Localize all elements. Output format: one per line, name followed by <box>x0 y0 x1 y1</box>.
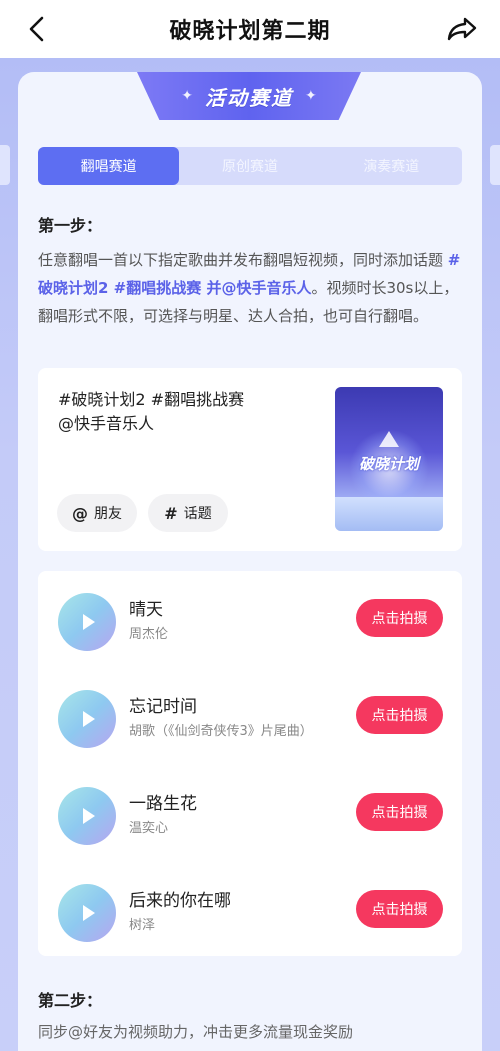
mention-friend-button[interactable]: @ 朋友 <box>57 494 137 532</box>
tab-cover-track[interactable]: 翻唱赛道 <box>38 147 180 185</box>
song-item: 后来的你在哪 树泽 点击拍摄 <box>38 880 462 950</box>
sparkle-icon: ✦ <box>181 88 193 104</box>
step-two-title: 第二步： <box>38 991 103 1010</box>
side-decoration-right <box>490 145 500 185</box>
hashtag-icon: # <box>164 503 178 523</box>
section-header-badge: ✦ 活动赛道 ✦ <box>137 72 361 120</box>
song-item: 晴天 周杰伦 点击拍摄 <box>38 589 462 659</box>
add-topic-label: 话题 <box>183 506 212 522</box>
step-one-title: 第一步： <box>38 216 103 235</box>
step-one-text: 任意翻唱一首以下指定歌曲并发布翻唱短视频，同时添加话题 <box>38 251 448 269</box>
shoot-button[interactable]: 点击拍摄 <box>356 599 443 637</box>
song-item: 忘记时间 胡歌（《仙剑奇侠传3》片尾曲） 点击拍摄 <box>38 686 462 756</box>
shoot-button[interactable]: 点击拍摄 <box>356 793 443 831</box>
at-icon: @ <box>72 503 88 523</box>
song-artist: 胡歌（《仙剑奇侠传3》片尾曲） <box>129 724 313 739</box>
share-caption-line2: @快手音乐人 <box>58 414 155 433</box>
song-cover-play-icon[interactable] <box>58 787 116 845</box>
sparkle-icon: ✦ <box>305 88 317 104</box>
song-title: 晴天 <box>129 600 163 620</box>
song-artist: 温奕心 <box>129 821 169 836</box>
song-title: 忘记时间 <box>129 697 197 717</box>
thumbnail-logo-text: 破晓计划 <box>358 455 419 473</box>
mention-friend-label: 朋友 <box>94 506 122 522</box>
song-title: 后来的你在哪 <box>129 891 231 911</box>
song-cover-play-icon[interactable] <box>58 884 116 942</box>
share-caption: #破晓计划2 #翻唱挑战赛 @快手音乐人 <box>58 388 298 436</box>
song-title: 一路生花 <box>129 794 197 814</box>
song-cover-play-icon[interactable] <box>58 690 116 748</box>
shoot-button[interactable]: 点击拍摄 <box>356 696 443 734</box>
song-cover-play-icon[interactable] <box>58 593 116 651</box>
add-topic-button[interactable]: # 话题 <box>148 494 228 532</box>
play-icon <box>83 905 95 921</box>
page-title: 破晓计划第二期 <box>169 19 331 44</box>
song-artist: 周杰伦 <box>129 627 169 642</box>
share-caption-line1: #破晓计划2 #翻唱挑战赛 <box>58 390 245 409</box>
tab-performance-track[interactable]: 演奏赛道 <box>321 147 462 185</box>
play-icon <box>83 711 95 727</box>
triangle-logo-icon <box>379 431 399 447</box>
back-arrow-icon[interactable] <box>22 14 52 44</box>
step-one-description: 任意翻唱一首以下指定歌曲并发布翻唱短视频，同时添加话题 #破晓计划2 #翻唱挑战… <box>38 246 466 330</box>
song-item: 一路生花 温奕心 点击拍摄 <box>38 783 462 853</box>
section-header-title: 活动赛道 <box>205 85 293 110</box>
play-icon <box>83 614 95 630</box>
top-nav-bar: 破晓计划第二期 <box>0 0 500 58</box>
share-preview-box: #破晓计划2 #翻唱挑战赛 @快手音乐人 @ 朋友 # 话题 破晓计划 <box>38 368 462 551</box>
song-artist: 树泽 <box>129 918 156 933</box>
track-tabs: 翻唱赛道 原创赛道 演奏赛道 <box>38 147 462 185</box>
thumbnail-floor <box>335 497 443 531</box>
side-decoration-left <box>0 145 10 185</box>
step-two-description: 同步@好友为视频助力，冲击更多流量现金奖励 <box>38 1023 354 1041</box>
play-icon <box>83 808 95 824</box>
share-icon[interactable] <box>446 14 478 44</box>
video-thumbnail[interactable]: 破晓计划 <box>335 387 443 531</box>
shoot-button[interactable]: 点击拍摄 <box>356 890 443 928</box>
tab-original-track[interactable]: 原创赛道 <box>179 147 320 185</box>
song-list: 晴天 周杰伦 点击拍摄 忘记时间 胡歌（《仙剑奇侠传3》片尾曲） 点击拍摄 一路… <box>38 571 462 956</box>
